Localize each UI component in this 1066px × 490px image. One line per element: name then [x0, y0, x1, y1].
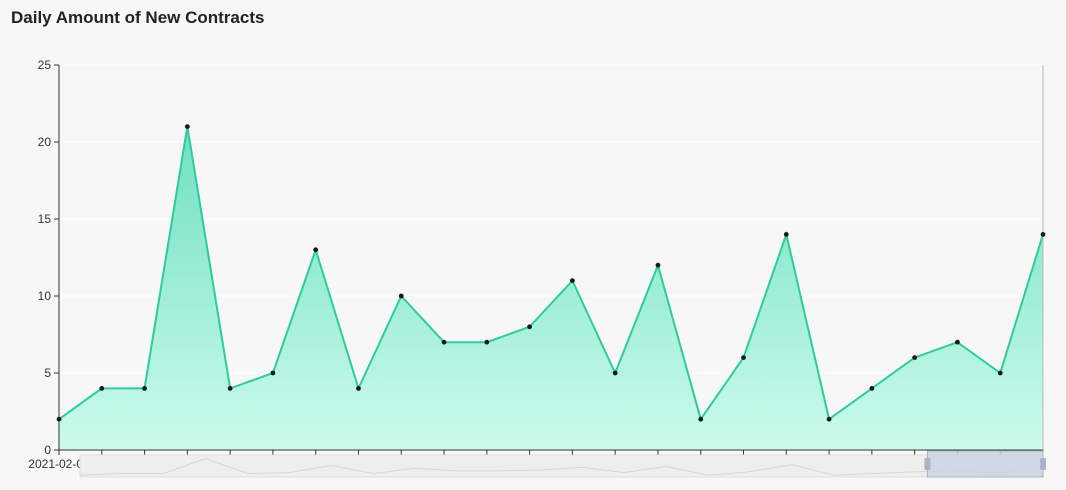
- data-point: [313, 247, 319, 253]
- data-point: [997, 370, 1003, 376]
- y-tick-label: 20: [38, 135, 52, 149]
- data-point: [441, 339, 447, 345]
- zoom-slider-track: [79, 454, 1044, 478]
- data-point: [826, 416, 832, 422]
- data-point: [698, 416, 704, 422]
- data-point: [227, 386, 233, 391]
- data-point: [783, 232, 789, 237]
- data-point: [356, 386, 361, 391]
- area-chart: 2021-02-062021-02-082021-02-102021-02-12…: [28, 58, 1046, 478]
- y-tick-label: 5: [44, 366, 51, 380]
- zoom-handle-right[interactable]: [1040, 458, 1046, 470]
- y-tick-label: 0: [44, 443, 51, 457]
- y-tick-label: 10: [38, 289, 52, 303]
- zoom-slider[interactable]: [79, 450, 1046, 478]
- data-point: [955, 339, 960, 345]
- y-axis-ticks: 0 5 10 15 20 25: [38, 58, 59, 457]
- data-point: [612, 370, 618, 376]
- data-point: [184, 124, 190, 129]
- data-point: [741, 355, 746, 360]
- data-point: [655, 262, 661, 268]
- data-point: [270, 370, 276, 376]
- data-point: [869, 386, 875, 391]
- data-point: [398, 293, 404, 299]
- zoom-handle-left[interactable]: [924, 458, 931, 470]
- data-point: [142, 386, 147, 391]
- y-tick-label: 25: [38, 58, 52, 72]
- data-point: [1040, 232, 1046, 237]
- series-area: [59, 126, 1043, 450]
- data-point: [527, 324, 533, 330]
- data-point: [99, 386, 105, 391]
- data-point: [569, 278, 575, 283]
- data-point: [56, 416, 62, 422]
- data-point: [912, 355, 918, 360]
- data-point: [484, 339, 490, 345]
- zoom-window[interactable]: [926, 450, 1044, 478]
- y-tick-label: 15: [38, 212, 52, 226]
